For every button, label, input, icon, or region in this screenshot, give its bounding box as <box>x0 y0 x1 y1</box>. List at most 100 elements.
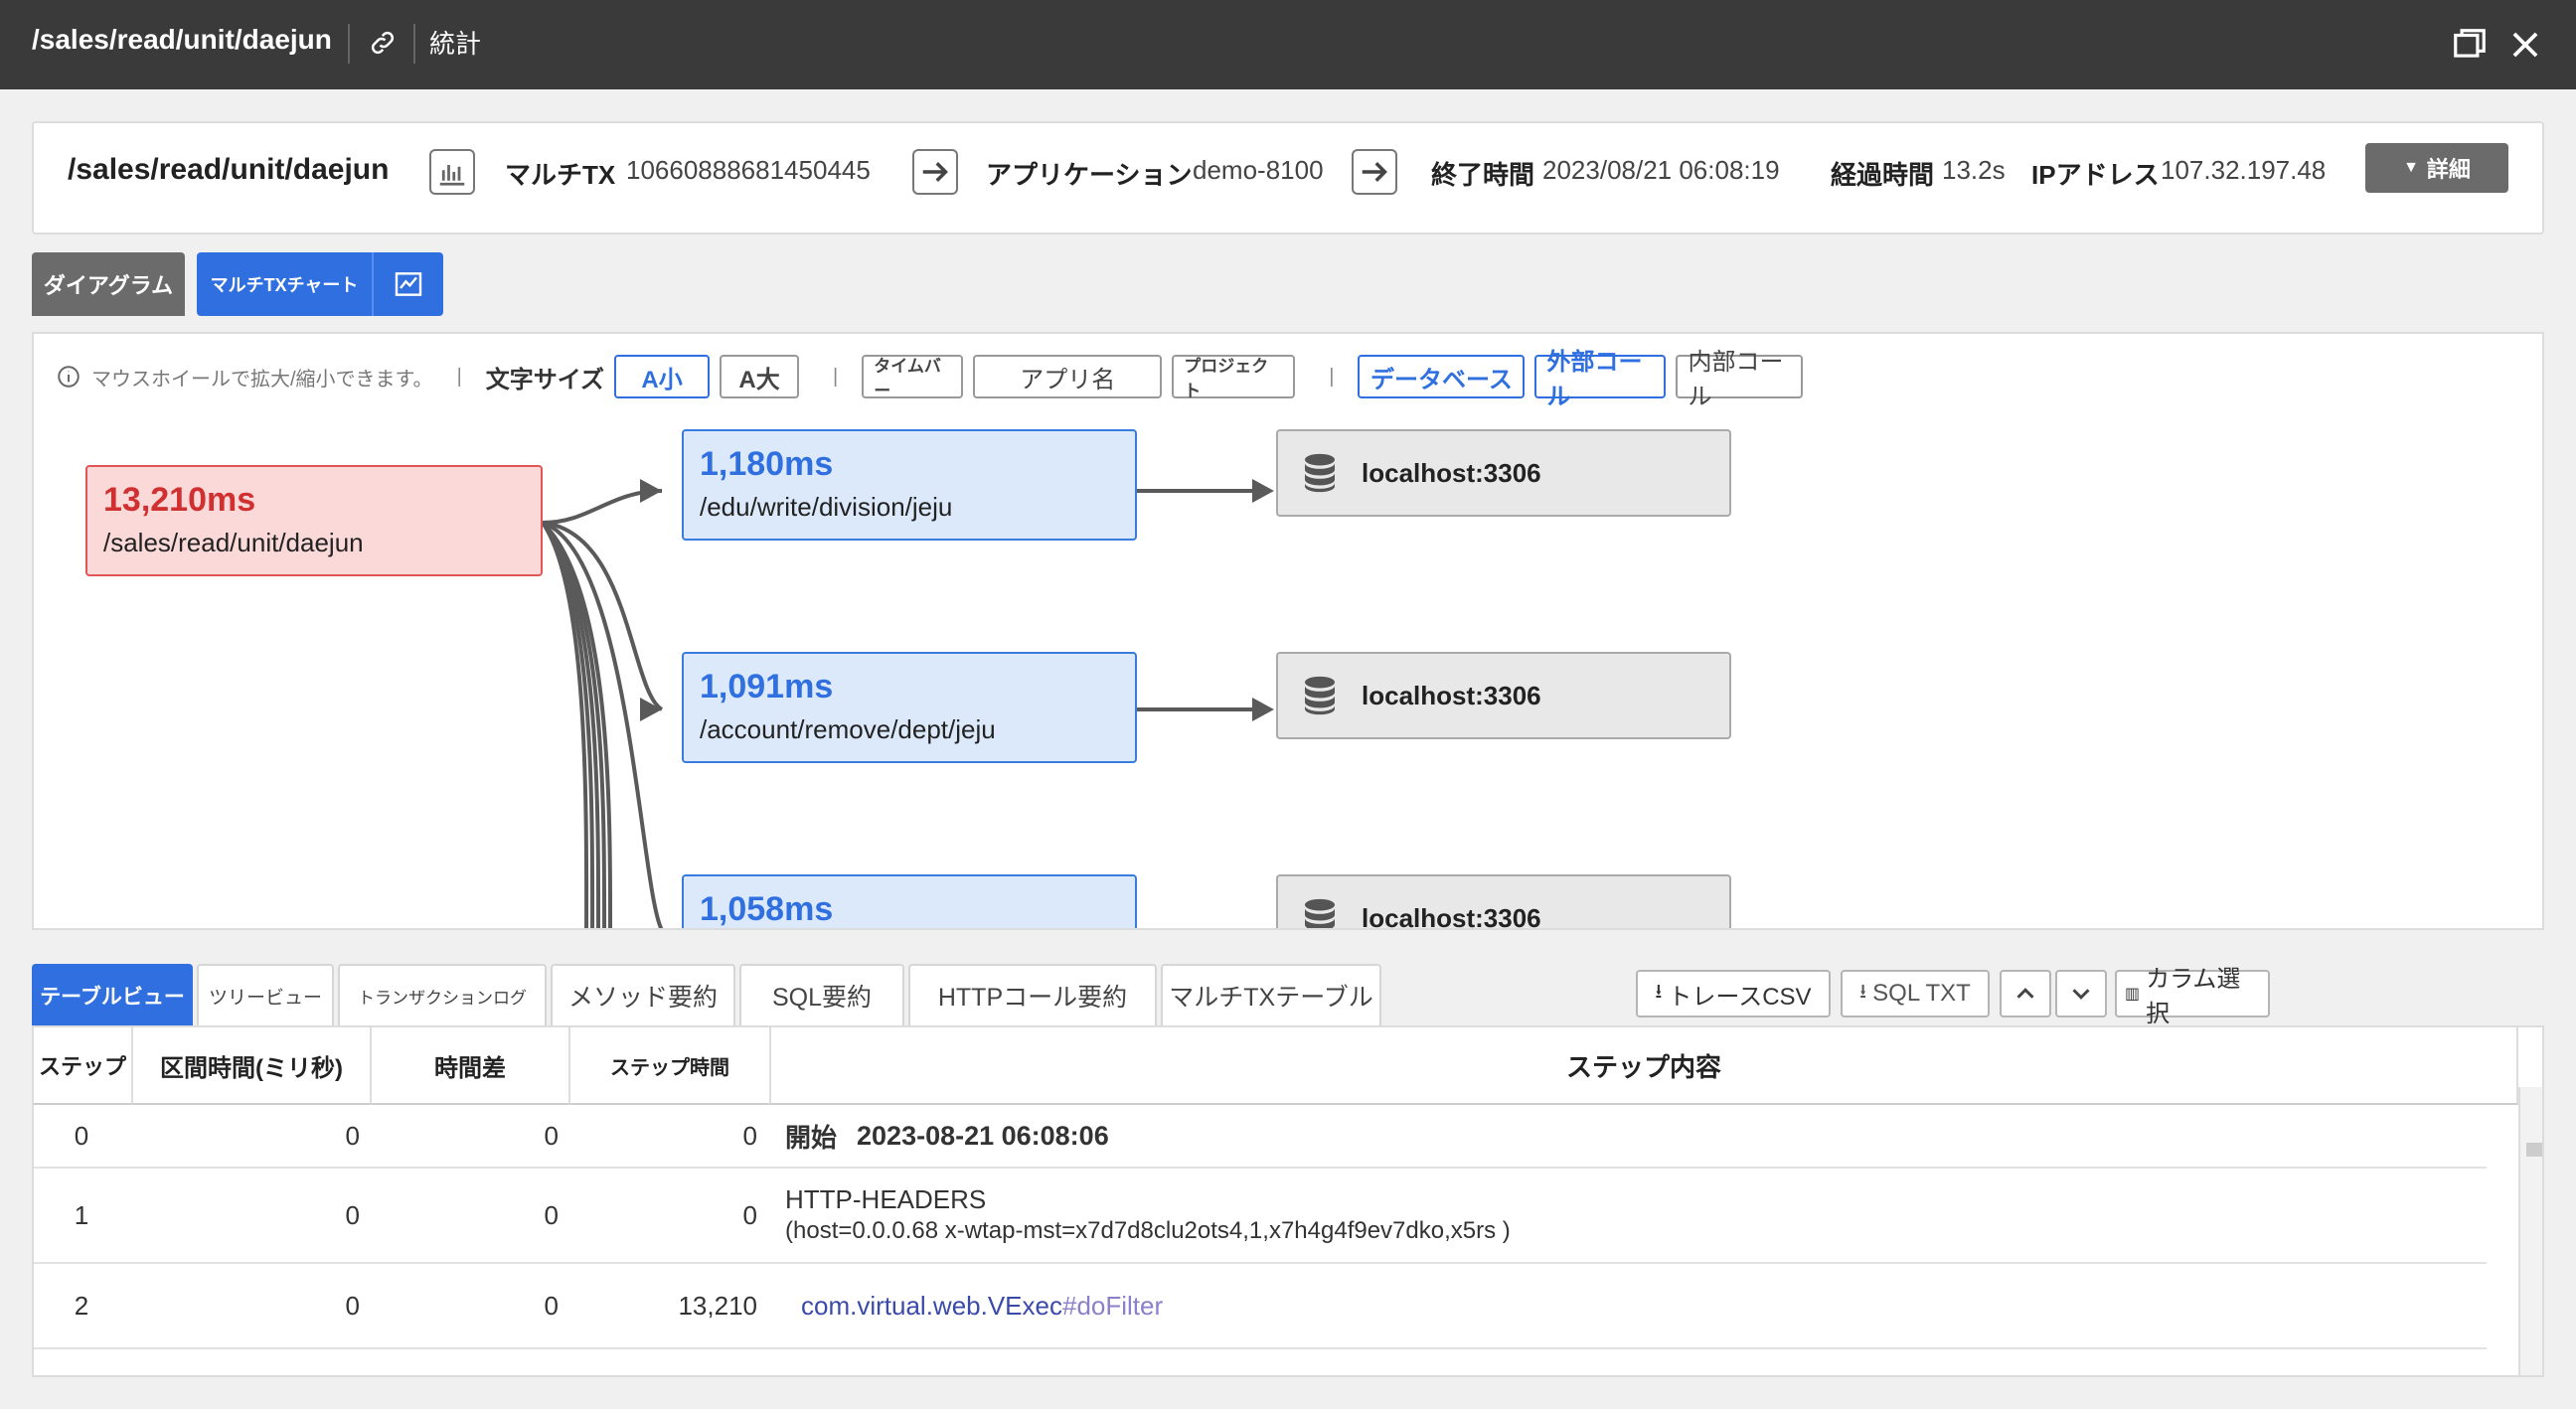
tab-method-summary[interactable]: メソッド要約 <box>551 964 735 1025</box>
header-step-time[interactable]: ステップ時間 <box>570 1027 771 1105</box>
window-titlebar: /sales/read/unit/daejun 統計 <box>0 0 2576 89</box>
header-step[interactable]: ステップ <box>34 1027 133 1105</box>
bottom-tabs: テーブルビュー ツリービュー トランザクションログ メソッド要約 SQL要約 H… <box>32 964 2544 1027</box>
database-icon <box>1305 898 1335 928</box>
trace-csv-button[interactable]: ⭳ トレースCSV <box>1636 970 1831 1018</box>
link-icon[interactable] <box>368 28 398 58</box>
service-ms: 1,091ms <box>700 668 834 705</box>
http-headers-value: (host=0.0.0.68 x-wtap-mst=x7d7d8clu2ots4… <box>785 1217 1511 1244</box>
arrowhead <box>640 479 662 503</box>
cell-time-diff: 0 <box>544 1120 559 1151</box>
tab-sql-summary[interactable]: SQL要約 <box>739 964 904 1025</box>
cell-step-time: 0 <box>742 1120 757 1151</box>
table-scrollbar[interactable] <box>2518 1087 2542 1375</box>
cell-interval: 0 <box>345 1120 360 1151</box>
database-icon <box>1305 453 1335 493</box>
start-label: 開始 <box>785 1122 838 1153</box>
database-node[interactable]: localhost:3306 <box>1276 429 1731 517</box>
service-path: /edu/write/division/jeju <box>700 492 953 522</box>
tab-tree-view[interactable]: ツリービュー <box>197 964 334 1025</box>
cell-time-diff: 0 <box>544 1290 559 1321</box>
column-select-button[interactable]: ▥ カラム選択 <box>2115 966 2270 1027</box>
close-icon[interactable] <box>2506 26 2544 64</box>
maximize-icon[interactable] <box>2451 26 2489 64</box>
arrowhead <box>1252 479 1274 503</box>
tab-diagram[interactable]: ダイアグラム <box>32 252 185 316</box>
arrowhead <box>640 698 662 721</box>
database-label: localhost:3306 <box>1362 902 1541 930</box>
cell-interval: 0 <box>345 1290 360 1321</box>
trace-csv-label: トレースCSV <box>1668 983 1812 1011</box>
service-ms: 1,058ms <box>700 890 834 928</box>
ip-label: IPアドレス <box>2031 160 2160 190</box>
multitx-goto-button[interactable] <box>912 149 958 195</box>
tab-http-call-summary[interactable]: HTTPコール要約 <box>908 964 1157 1025</box>
service-ms: 1,180ms <box>700 445 834 483</box>
header-step-content[interactable]: ステップ内容 <box>771 1027 2518 1105</box>
sql-txt-button[interactable]: ⭳ SQL TXT <box>1841 970 1990 1018</box>
tab-transaction-log[interactable]: トランザクションログ <box>338 964 547 1025</box>
app-label: アプリケーション <box>986 160 1193 190</box>
detail-label: 詳細 <box>2426 157 2471 182</box>
root-ms: 13,210ms <box>103 481 256 519</box>
transaction-title: /sales/read/unit/daejun <box>68 153 390 186</box>
database-node[interactable]: localhost:3306 <box>1276 652 1731 739</box>
app-goto-button[interactable] <box>1352 149 1397 195</box>
transaction-info-bar: /sales/read/unit/daejun マルチTX 1066088868… <box>32 121 2544 235</box>
chart-button[interactable] <box>429 149 475 195</box>
divider <box>348 24 350 64</box>
table-row[interactable]: 0 0 0 0 開始 2023-08-21 06:08:06 <box>34 1105 2487 1169</box>
database-icon <box>1305 676 1335 715</box>
root-path: /sales/read/unit/daejun <box>103 528 364 557</box>
cell-content: HTTP-HEADERS (host=0.0.0.68 x-wtap-mst=x… <box>785 1169 2475 1262</box>
stats-link[interactable]: 統計 <box>429 24 481 61</box>
download-icon: ⭳ <box>1655 981 1663 1003</box>
cell-step: 2 <box>74 1290 89 1321</box>
scroll-down-button[interactable] <box>2055 970 2107 1018</box>
window-title: /sales/read/unit/daejun <box>32 24 332 55</box>
end-time-label: 終了時間 <box>1431 160 1535 190</box>
step-table: ステップ 区間時間(ミリ秒) 時間差 ステップ時間 ステップ内容 0 0 0 0… <box>32 1025 2544 1377</box>
service-node[interactable]: 1,058ms <box>682 874 1137 928</box>
cell-step: 1 <box>74 1199 89 1230</box>
header-time-diff[interactable]: 時間差 <box>372 1027 570 1105</box>
app-value: demo-8100 <box>1193 155 1324 185</box>
caret-down-icon: ▼ <box>2403 159 2419 176</box>
sql-txt-label: SQL TXT <box>1872 980 1971 1007</box>
service-node[interactable]: 1,180ms /edu/write/division/jeju <box>682 429 1137 541</box>
tab-table-view[interactable]: テーブルビュー <box>32 964 193 1025</box>
cell-interval: 0 <box>345 1199 360 1230</box>
end-time-value: 2023/08/21 06:08:19 <box>1542 155 1780 185</box>
line-chart-icon <box>395 272 422 296</box>
service-node[interactable]: 1,091ms /account/remove/dept/jeju <box>682 652 1137 763</box>
table-row[interactable]: 1 0 0 0 HTTP-HEADERS (host=0.0.0.68 x-wt… <box>34 1169 2487 1264</box>
method-class[interactable]: com.virtual.web.VExec <box>801 1291 1062 1322</box>
tab-multitx-chart[interactable]: マルチTXチャート <box>197 252 372 316</box>
diagram-panel[interactable]: マウスホイールで拡大/縮小できます。 | 文字サイズ A小 A大 | タイムバー… <box>32 332 2544 930</box>
header-interval[interactable]: 区間時間(ミリ秒) <box>133 1027 372 1105</box>
cell-step-time: 13,210 <box>678 1290 757 1321</box>
tab-multitx-table[interactable]: マルチTXテーブル <box>1161 964 1381 1025</box>
scrollbar-thumb[interactable] <box>2526 1143 2542 1157</box>
method-name[interactable]: #doFilter <box>1062 1291 1163 1322</box>
bar-chart-icon <box>439 165 465 186</box>
start-timestamp: 2023-08-21 06:08:06 <box>857 1120 1109 1151</box>
multitx-value: 10660888681450445 <box>626 155 871 185</box>
ip-value: 107.32.197.48 <box>2161 155 2327 185</box>
root-transaction-node[interactable]: 13,210ms /sales/read/unit/daejun <box>85 465 543 576</box>
column-select-label: カラム選択 <box>2146 966 2241 1027</box>
elapsed-label: 経過時間 <box>1831 160 1935 190</box>
arrow-right-icon <box>922 162 948 182</box>
database-label: localhost:3306 <box>1362 680 1541 710</box>
table-row[interactable]: 2 0 0 13,210 com.virtual.web.VExec #doFil… <box>34 1264 2487 1349</box>
arrowhead <box>1252 698 1274 721</box>
http-headers-label: HTTP-HEADERS <box>785 1184 987 1214</box>
database-label: localhost:3306 <box>1362 457 1541 488</box>
database-node[interactable]: localhost:3306 <box>1276 874 1731 930</box>
multitx-chart-icon-button[interactable] <box>372 252 443 316</box>
scroll-up-button[interactable] <box>2000 970 2051 1018</box>
detail-button[interactable]: ▼ 詳細 <box>2365 143 2508 193</box>
columns-icon: ▥ <box>2125 986 2141 1003</box>
elapsed-value: 13.2s <box>1942 155 2006 185</box>
download-icon: ⭳ <box>1859 981 1867 1003</box>
